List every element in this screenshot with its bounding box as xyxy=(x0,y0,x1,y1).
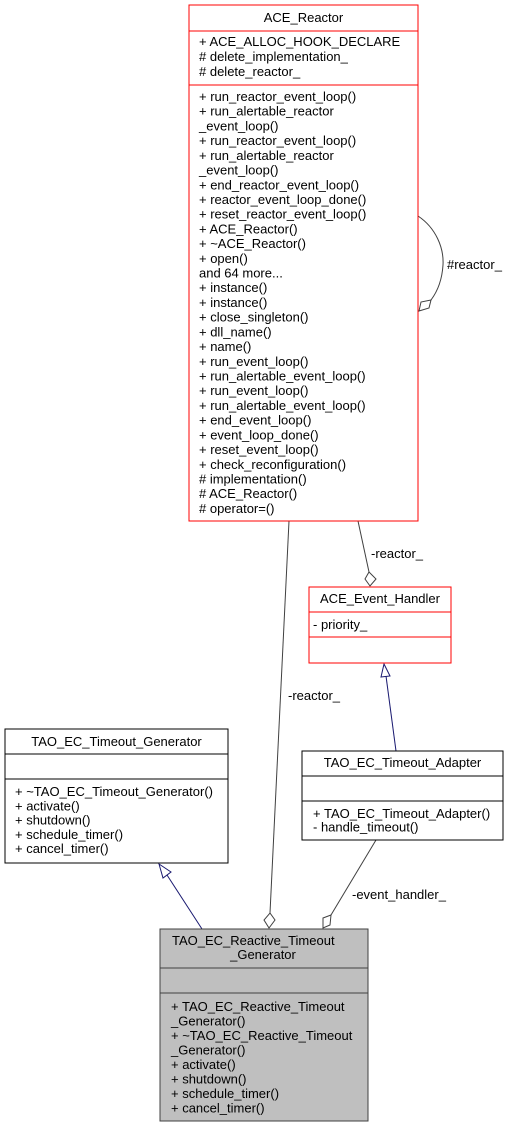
class-method: _Generator() xyxy=(170,1014,245,1029)
edge-reactor-to-reactive-generator: -reactor_ xyxy=(263,520,341,929)
class-method: + end_event_loop() xyxy=(199,413,311,428)
edge-line xyxy=(357,520,370,573)
class-method: + activate() xyxy=(15,798,80,813)
class-method: + reactor_event_loop_done() xyxy=(199,192,366,207)
edge-line xyxy=(385,675,397,752)
class-method: + close_singleton() xyxy=(199,310,308,325)
class-name: TAO_EC_Timeout_Adapter xyxy=(324,755,482,770)
class-method: + shutdown() xyxy=(171,1072,247,1087)
class-method: + instance() xyxy=(199,295,267,310)
aggregation-diamond-icon xyxy=(418,299,432,312)
edge-reactor-self: #reactor_ xyxy=(417,215,503,312)
class-method: + ~ACE_Reactor() xyxy=(199,236,306,251)
classes-layer: ACE_Reactor+ ACE_ALLOC_HOOK_DECLARE# del… xyxy=(4,4,504,1122)
edge-adapter-to-reactive-generator: -event_handler_ xyxy=(322,839,447,929)
class-method: + run_reactor_event_loop() xyxy=(199,89,356,104)
class-name: _Generator xyxy=(229,947,296,962)
class-method: + instance() xyxy=(199,280,267,295)
aggregation-diamond-icon xyxy=(322,914,332,929)
class-attribute: # delete_reactor_ xyxy=(199,64,301,79)
class-method: + TAO_EC_Reactive_Timeout xyxy=(171,999,345,1014)
class-tao-ec-timeout-adapter[interactable]: TAO_EC_Timeout_Adapter+ TAO_EC_Timeout_A… xyxy=(301,750,504,841)
class-name: ACE_Event_Handler xyxy=(320,591,441,606)
class-method: - handle_timeout() xyxy=(313,820,419,835)
class-method: + run_event_loop() xyxy=(199,383,309,398)
class-method: + schedule_timer() xyxy=(171,1086,279,1101)
inheritance-arrow-icon xyxy=(380,662,391,678)
class-name: TAO_EC_Reactive_Timeout xyxy=(172,933,335,948)
class-method: + run_alertable_reactor xyxy=(199,148,334,163)
edge-line xyxy=(166,874,203,930)
class-method: + run_reactor_event_loop() xyxy=(199,133,356,148)
class-tao-ec-timeout-generator[interactable]: TAO_EC_Timeout_Generator + ~TAO_EC_Timeou… xyxy=(4,728,229,864)
class-method: + ACE_Reactor() xyxy=(199,221,298,236)
class-method: + run_alertable_event_loop() xyxy=(199,398,366,413)
class-method: + open() xyxy=(199,251,248,266)
class-method: + shutdown() xyxy=(15,813,91,828)
class-method: # operator=() xyxy=(199,501,275,516)
class-ace-event-handler[interactable]: ACE_Event_Handler - priority_ xyxy=(308,586,452,664)
edge-line xyxy=(330,839,377,916)
aggregation-diamond-icon xyxy=(364,571,377,587)
class-method: + ~TAO_EC_Reactive_Timeout xyxy=(171,1028,353,1043)
class-method: _event_loop() xyxy=(198,118,279,133)
class-method: + event_loop_done() xyxy=(199,427,319,442)
class-method: + schedule_timer() xyxy=(15,827,123,842)
class-method: # implementation() xyxy=(199,472,307,487)
edge-adapter-inherits-event-handler xyxy=(380,662,397,752)
inheritance-arrow-icon xyxy=(158,862,172,879)
collaboration-diagram: #reactor_ -reactor_ -reactor_ -event_han… xyxy=(0,0,508,1128)
class-method: + cancel_timer() xyxy=(171,1101,265,1116)
edge-label: -event_handler_ xyxy=(352,887,447,902)
edge-reactor-to-event-handler: -reactor_ xyxy=(357,520,424,587)
class-attribute: + ACE_ALLOC_HOOK_DECLARE xyxy=(199,34,401,49)
class-method: + run_event_loop() xyxy=(199,354,309,369)
class-method: + cancel_timer() xyxy=(15,841,109,856)
class-method: + reset_reactor_event_loop() xyxy=(199,207,366,222)
class-method: + run_alertable_reactor xyxy=(199,104,334,119)
class-method: + name() xyxy=(199,339,251,354)
class-name: TAO_EC_Timeout_Generator xyxy=(31,734,202,749)
class-name: ACE_Reactor xyxy=(264,10,344,25)
edge-label: #reactor_ xyxy=(447,257,503,272)
class-tao-ec-reactive-timeout-generator[interactable]: TAO_EC_Reactive_Timeout_Generator + TAO_E… xyxy=(159,928,369,1122)
class-attribute: - priority_ xyxy=(313,617,368,632)
class-method: + end_reactor_event_loop() xyxy=(199,177,359,192)
class-method: + check_reconfiguration() xyxy=(199,457,346,472)
class-method: + dll_name() xyxy=(199,324,272,339)
edge-label: -reactor_ xyxy=(288,688,341,703)
aggregation-diamond-icon xyxy=(263,912,276,929)
edge-reactive-inherits-timeout-generator xyxy=(158,862,203,930)
class-method: and 64 more... xyxy=(199,266,283,281)
class-method: + activate() xyxy=(171,1057,236,1072)
edge-line xyxy=(417,215,444,301)
class-method: # ACE_Reactor() xyxy=(199,486,297,501)
edge-line xyxy=(269,520,290,914)
class-method: _Generator() xyxy=(170,1043,245,1058)
class-method: _event_loop() xyxy=(198,163,279,178)
class-method: + run_alertable_event_loop() xyxy=(199,369,366,384)
class-attribute: # delete_implementation_ xyxy=(199,49,349,64)
class-ace-reactor[interactable]: ACE_Reactor+ ACE_ALLOC_HOOK_DECLARE# del… xyxy=(188,4,419,522)
class-method: + reset_event_loop() xyxy=(199,442,319,457)
edge-label: -reactor_ xyxy=(371,546,424,561)
class-method: + ~TAO_EC_Timeout_Generator() xyxy=(15,784,213,799)
